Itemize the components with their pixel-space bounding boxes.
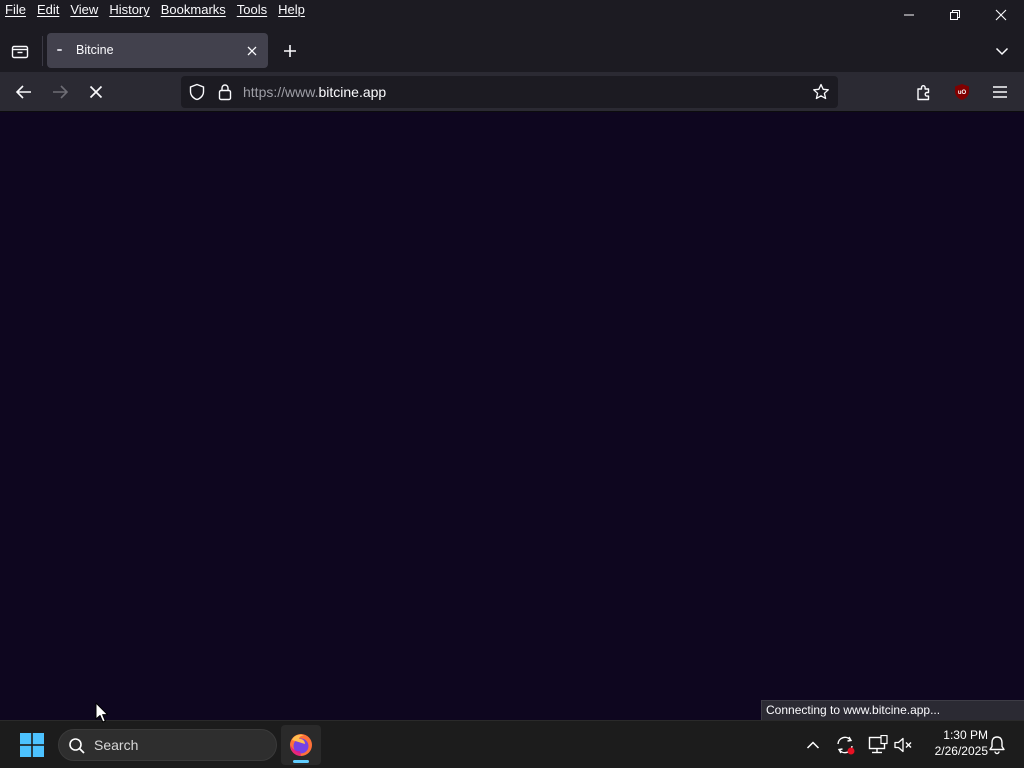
ublock-origin-button[interactable]: uO [946,76,978,108]
taskbar-clock[interactable]: 1:30 PM 2/26/2025 [918,727,988,759]
tab-title: Bitcine [76,43,114,57]
network-tray-button[interactable] [865,733,889,757]
windows-logo-icon [20,733,44,757]
forward-button[interactable] [44,76,76,108]
volume-tray-button[interactable] [891,733,915,757]
puzzle-icon [917,85,930,101]
bookmark-star-button[interactable] [810,81,832,103]
tab-strip: Bitcine [0,30,1024,72]
mouse-cursor-icon [95,702,109,723]
extensions-button[interactable] [908,76,940,108]
site-security-button[interactable] [214,81,236,103]
title-bar: File Edit View History Bookmarks Tools H… [0,0,1024,30]
url-prefix: https://www. [243,84,319,100]
start-button[interactable] [14,727,50,763]
menu-help[interactable]: Help [273,0,310,22]
loading-throbber-icon [57,49,62,51]
taskbar-firefox-button[interactable] [281,725,321,765]
tab-separator [42,36,43,66]
show-hidden-icons-button[interactable] [801,733,825,757]
menu-tools[interactable]: Tools [232,0,272,22]
restore-icon [950,10,960,20]
search-icon [67,736,87,756]
clock-time: 1:30 PM [943,728,988,742]
volume-muted-icon [894,737,912,753]
menu-history[interactable]: History [104,0,154,22]
new-tab-button[interactable] [276,38,304,64]
tab-bitcine[interactable]: Bitcine [47,33,268,68]
shield-icon [189,83,205,101]
menu-view[interactable]: View [65,0,103,22]
notifications-button[interactable] [985,733,1009,757]
search-placeholder: Search [94,737,139,753]
ublock-shield-icon: uO [955,84,969,100]
network-icon [868,735,888,754]
url-domain: bitcine.app [318,84,387,100]
sync-tray-button[interactable] [833,733,857,757]
menu-bar: File Edit View History Bookmarks Tools H… [0,0,311,22]
firefox-view-button[interactable] [6,38,34,64]
hamburger-menu-icon [993,86,1007,98]
restore-button[interactable] [932,0,978,30]
menu-file[interactable]: File [0,0,31,22]
stop-button[interactable] [80,76,112,108]
close-icon [995,9,1007,21]
back-button[interactable] [8,76,40,108]
page-content[interactable] [0,113,1024,720]
taskbar-search-box[interactable]: Search [58,729,277,761]
lock-icon [218,84,232,101]
chevron-up-icon [806,741,820,749]
stop-icon [89,85,103,99]
svg-text:uO: uO [958,90,967,96]
chevron-down-icon [995,47,1009,56]
list-all-tabs-button[interactable] [988,38,1016,64]
active-app-indicator [293,760,309,763]
app-menu-button[interactable] [984,76,1016,108]
url-bar[interactable]: https://www.bitcine.app [181,76,838,108]
clock-date: 2/26/2025 [934,744,988,758]
window-controls [886,0,1024,30]
minimize-button[interactable] [886,0,932,30]
arrow-left-icon [15,85,31,99]
close-icon [247,46,257,56]
taskbar: Search 1:30 PM 2/26/2025 [0,720,1024,768]
menu-bookmarks[interactable]: Bookmarks [156,0,231,22]
close-window-button[interactable] [978,0,1024,30]
firefox-icon [290,734,312,756]
tab-close-button[interactable] [242,41,262,61]
arrow-right-icon [53,85,69,99]
sync-alert-icon [837,736,855,755]
bell-icon [989,736,1005,755]
minimize-icon [904,14,914,16]
tracking-protection-button[interactable] [186,81,208,103]
status-panel: Connecting to www.bitcine.app... [761,700,1024,721]
star-icon [813,83,829,100]
navigation-toolbar: https://www.bitcine.app uO [0,72,1024,112]
url-text[interactable]: https://www.bitcine.app [243,76,386,109]
menu-edit[interactable]: Edit [32,0,64,22]
plus-icon [284,45,296,57]
firefox-view-icon [11,45,29,59]
